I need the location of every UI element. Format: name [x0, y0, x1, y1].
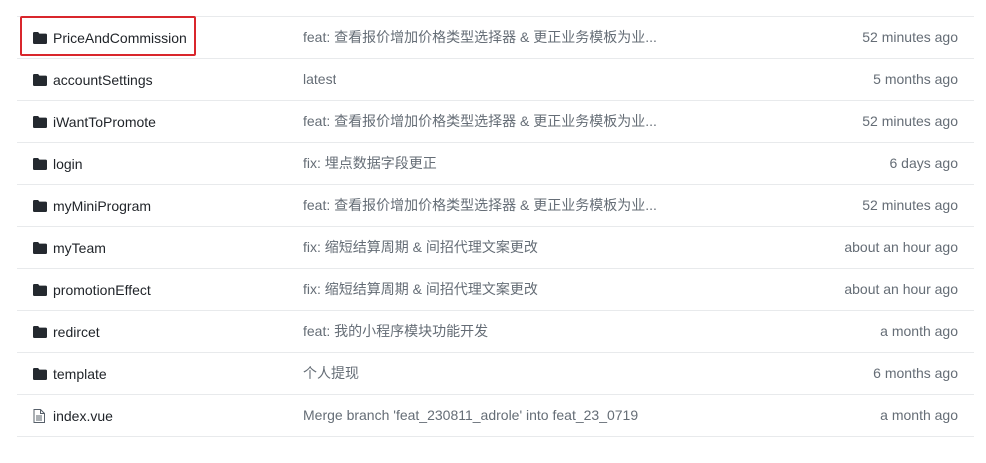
name-cell: iWantToPromote: [33, 101, 156, 142]
folder-icon: [33, 31, 47, 45]
name-cell: accountSettings: [33, 59, 153, 100]
folder-row[interactable]: myMiniProgram feat: 查看报价增加价格类型选择器 & 更正业务模…: [17, 185, 974, 227]
name-cell: promotionEffect: [33, 269, 151, 310]
commit-time: 52 minutes ago: [862, 29, 958, 45]
file-icon: [33, 408, 47, 423]
commit-time: a month ago: [880, 407, 958, 423]
name-cell: redircet: [33, 311, 100, 352]
folder-row[interactable]: promotionEffect fix: 缩短结算周期 & 间招代理文案更改 abo…: [17, 269, 974, 311]
commit-time: 6 days ago: [889, 155, 959, 171]
commit-message-link[interactable]: fix: 缩短结算周期 & 间招代理文案更改: [303, 269, 538, 310]
folder-icon: [33, 283, 47, 297]
commit-message-link[interactable]: feat: 我的小程序模块功能开发: [303, 311, 488, 352]
commit-message-link[interactable]: feat: 查看报价增加价格类型选择器 & 更正业务模板为业...: [303, 17, 657, 58]
commit-message-link[interactable]: fix: 缩短结算周期 & 间招代理文案更改: [303, 227, 538, 268]
folder-name-link[interactable]: promotionEffect: [53, 282, 151, 298]
commit-time: a month ago: [880, 323, 958, 339]
folder-icon: [33, 325, 47, 339]
folder-name-link[interactable]: myMiniProgram: [53, 198, 151, 214]
commit-message-link[interactable]: latest: [303, 59, 336, 100]
commit-time: about an hour ago: [844, 239, 958, 255]
folder-name-link[interactable]: accountSettings: [53, 72, 153, 88]
commit-message-link[interactable]: feat: 查看报价增加价格类型选择器 & 更正业务模板为业...: [303, 185, 657, 226]
commit-time: 6 months ago: [873, 365, 958, 381]
commit-message-link[interactable]: feat: 查看报价增加价格类型选择器 & 更正业务模板为业...: [303, 101, 657, 142]
folder-icon: [33, 115, 47, 129]
folder-name-link[interactable]: PriceAndCommission: [53, 30, 187, 46]
folder-row[interactable]: accountSettings latest 5 months ago: [17, 59, 974, 101]
folder-icon: [33, 199, 47, 213]
commit-time: about an hour ago: [844, 281, 958, 297]
name-cell: PriceAndCommission: [33, 17, 187, 58]
commit-time: 52 minutes ago: [862, 113, 958, 129]
name-cell: index.vue: [33, 395, 113, 436]
folder-name-link[interactable]: myTeam: [53, 240, 106, 256]
commit-time: 52 minutes ago: [862, 197, 958, 213]
name-cell: myTeam: [33, 227, 106, 268]
commit-message-link[interactable]: 个人提现: [303, 353, 359, 394]
folder-name-link[interactable]: iWantToPromote: [53, 114, 156, 130]
file-row[interactable]: index.vue Merge branch 'feat_230811_adrol…: [17, 395, 974, 437]
folder-name-link[interactable]: login: [53, 156, 83, 172]
folder-icon: [33, 157, 47, 171]
folder-name-link[interactable]: template: [53, 366, 107, 382]
folder-row[interactable]: login fix: 埋点数据字段更正 6 days ago: [17, 143, 974, 185]
file-name-link[interactable]: index.vue: [53, 408, 113, 424]
name-cell: template: [33, 353, 107, 394]
folder-row[interactable]: PriceAndCommission feat: 查看报价增加价格类型选择器 & …: [17, 17, 974, 59]
folder-row[interactable]: myTeam fix: 缩短结算周期 & 间招代理文案更改 about an hou…: [17, 227, 974, 269]
folder-icon: [33, 73, 47, 87]
folder-row[interactable]: template 个人提现 6 months ago: [17, 353, 974, 395]
name-cell: login: [33, 143, 83, 184]
folder-icon: [33, 241, 47, 255]
commit-time: 5 months ago: [873, 71, 958, 87]
folder-icon: [33, 367, 47, 381]
name-cell: myMiniProgram: [33, 185, 151, 226]
commit-message-link[interactable]: Merge branch 'feat_230811_adrole' into f…: [303, 395, 638, 436]
file-list: PriceAndCommission feat: 查看报价增加价格类型选择器 & …: [17, 16, 974, 437]
commit-message-link[interactable]: fix: 埋点数据字段更正: [303, 143, 437, 184]
folder-name-link[interactable]: redircet: [53, 324, 100, 340]
folder-row[interactable]: redircet feat: 我的小程序模块功能开发 a month ago: [17, 311, 974, 353]
folder-row[interactable]: iWantToPromote feat: 查看报价增加价格类型选择器 & 更正业务…: [17, 101, 974, 143]
